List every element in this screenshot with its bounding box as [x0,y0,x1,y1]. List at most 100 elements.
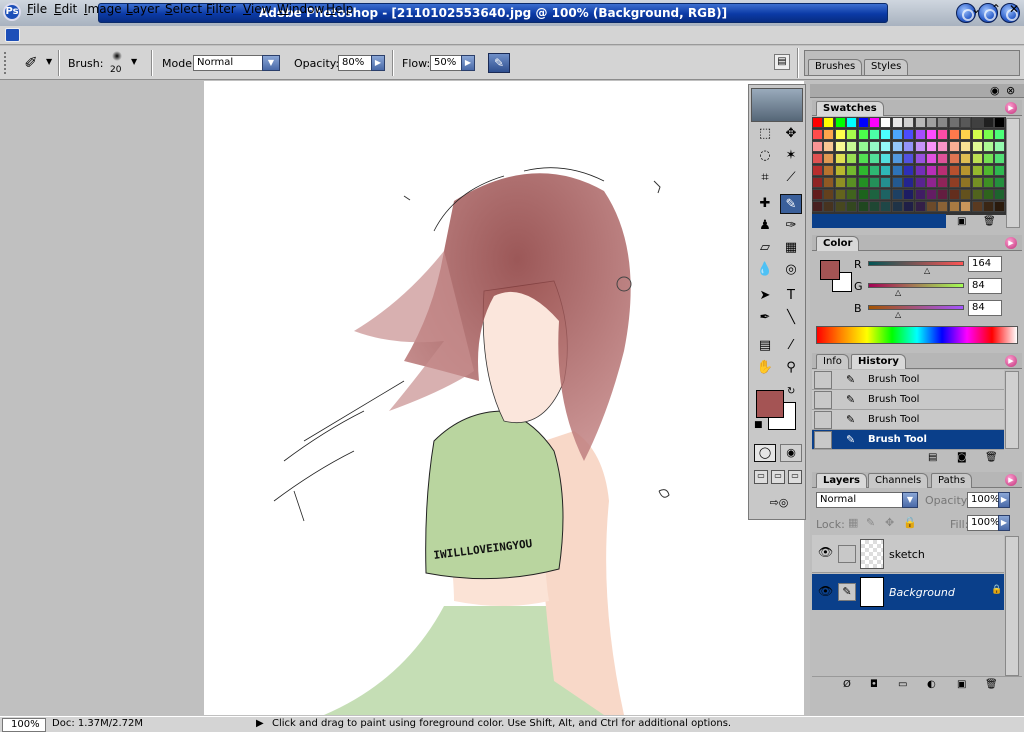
swatch[interactable] [869,129,880,140]
adobe-online-icon[interactable] [751,88,803,122]
swatch[interactable] [834,177,846,188]
brush-picker-arrow-icon[interactable]: ▼ [131,57,137,66]
eraser-tool-icon[interactable]: ▱ [754,238,776,258]
swatch[interactable] [971,189,983,200]
swatch[interactable] [846,129,858,140]
crop-tool-icon[interactable]: ⌗ [754,168,776,188]
swatch[interactable] [937,177,949,188]
swatch[interactable] [948,153,960,164]
swatch[interactable] [960,165,972,176]
swatch[interactable] [823,165,835,176]
swatch[interactable] [869,189,880,200]
swatch[interactable] [903,177,915,188]
swatch[interactable] [834,165,846,176]
swatch[interactable] [994,177,1006,188]
swatch[interactable] [812,141,823,152]
swatch[interactable] [914,153,926,164]
delete-layer-icon[interactable]: 🗑 [985,679,998,690]
blend-mode-dropdown-icon[interactable]: ▼ [902,492,918,508]
swatch[interactable] [846,141,858,152]
lock-transparency-icon[interactable]: ▦ [848,516,858,529]
swatch[interactable] [903,129,915,140]
gradient-tool-icon[interactable]: ▦ [780,238,802,258]
swatch[interactable] [914,177,926,188]
photoshop-logo-icon[interactable]: Ps [3,3,21,21]
swatch[interactable] [948,201,960,212]
swatch[interactable] [971,201,983,212]
color-fg-swatch[interactable] [820,260,840,280]
zoom-tool-icon[interactable]: ⚲ [780,358,802,378]
tool-preset-arrow-icon[interactable]: ▼ [46,57,52,66]
swatch[interactable] [891,153,903,164]
swatch[interactable] [914,129,926,140]
new-document-from-state-icon[interactable]: ▤ [928,452,937,463]
swatch[interactable] [971,177,983,188]
adjustment-layer-icon[interactable]: ◐ [927,679,936,690]
swatch[interactable] [994,141,1006,152]
g-slider[interactable] [868,283,964,288]
swatch[interactable] [937,189,949,200]
history-state[interactable]: ✎ Brush Tool [812,370,1004,390]
swatch[interactable] [983,189,994,200]
swatch[interactable] [937,153,949,164]
swatch[interactable] [983,165,994,176]
swatch[interactable] [869,117,880,128]
swap-colors-icon[interactable]: ↻ [787,386,795,397]
swatch[interactable] [891,165,903,176]
swatch[interactable] [926,201,937,212]
document-canvas[interactable]: IWILLLOVEINGYOU [204,81,804,715]
swatch[interactable] [994,129,1006,140]
swatch[interactable] [869,165,880,176]
menu-window[interactable]: Window [277,2,324,16]
b-input[interactable]: 84 [968,300,1002,316]
clone-stamp-tool-icon[interactable]: ♟ [754,216,776,236]
history-source-checkbox[interactable] [814,411,832,429]
swatch[interactable] [994,165,1006,176]
brush-preview-icon[interactable] [112,51,122,61]
b-slider-thumb-icon[interactable]: △ [895,310,901,319]
swatch[interactable] [926,165,937,176]
swatch[interactable] [903,153,915,164]
r-slider[interactable] [868,261,964,266]
tab-paths[interactable]: Paths [931,473,973,488]
swatch[interactable] [960,177,972,188]
swatch[interactable] [926,129,937,140]
layer-name[interactable]: Background [889,586,955,599]
screen-mode-full-icon[interactable]: ▭ [788,470,802,484]
doc-minimize-icon[interactable]: ⌄ [968,2,984,17]
swatch[interactable] [983,129,994,140]
swatch[interactable] [846,153,858,164]
swatch[interactable] [983,141,994,152]
slice-tool-icon[interactable]: ⟋ [780,168,802,188]
lasso-tool-icon[interactable]: ◌ [754,146,776,166]
layer-brush-indicator-icon[interactable]: ✎ [838,583,856,601]
r-input[interactable]: 164 [968,256,1002,272]
lock-position-icon[interactable]: ✥ [885,516,894,529]
swatch[interactable] [869,201,880,212]
r-slider-thumb-icon[interactable]: △ [924,266,930,275]
swatch[interactable] [983,177,994,188]
swatch[interactable] [869,177,880,188]
swatch[interactable] [971,117,983,128]
opacity-slider-icon[interactable]: ▶ [371,55,385,71]
swatch[interactable] [834,201,846,212]
swatch[interactable] [880,177,892,188]
swatch[interactable] [960,129,972,140]
menu-select[interactable]: Select [165,2,202,16]
tab-styles[interactable]: Styles [864,59,909,75]
swatch[interactable] [914,189,926,200]
swatch[interactable] [891,177,903,188]
swatches-menu-icon[interactable]: ▶ [1005,102,1017,114]
b-slider[interactable] [868,305,964,310]
layers-menu-icon[interactable]: ▶ [1005,474,1017,486]
swatch[interactable] [880,201,892,212]
tab-history[interactable]: History [851,354,906,369]
swatch[interactable] [903,141,915,152]
swatch[interactable] [971,141,983,152]
swatch[interactable] [914,165,926,176]
swatch[interactable] [880,129,892,140]
swatch[interactable] [903,189,915,200]
new-swatch-icon[interactable]: ▣ [957,216,966,227]
swatch[interactable] [823,141,835,152]
doc-restore-icon[interactable]: ⌃ [988,2,1004,17]
